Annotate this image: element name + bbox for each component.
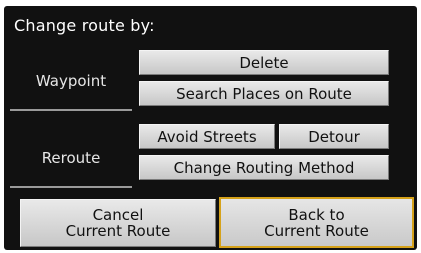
cancel-line-2: Current Route [65,222,171,240]
reroute-divider [10,186,132,188]
back-line-1: Back to [288,205,345,224]
detour-button[interactable]: Detour [279,124,389,149]
cancel-line-1: Cancel [92,206,144,224]
back-to-current-route-button[interactable]: Back to Current Route [219,197,414,248]
search-places-on-route-button[interactable]: Search Places on Route [139,81,389,106]
back-line-2: Current Route [264,221,369,240]
nav-screen: Change route by: Waypoint Delete Search … [4,6,417,250]
waypoint-divider [10,109,132,111]
screen-title: Change route by: [14,16,155,35]
waypoint-label: Waypoint [35,72,107,90]
change-routing-method-button[interactable]: Change Routing Method [139,155,389,180]
reroute-label: Reroute [41,149,101,167]
cancel-current-route-button[interactable]: Cancel Current Route [20,199,216,247]
delete-waypoint-button[interactable]: Delete [139,50,389,75]
avoid-streets-button[interactable]: Avoid Streets [139,124,275,149]
